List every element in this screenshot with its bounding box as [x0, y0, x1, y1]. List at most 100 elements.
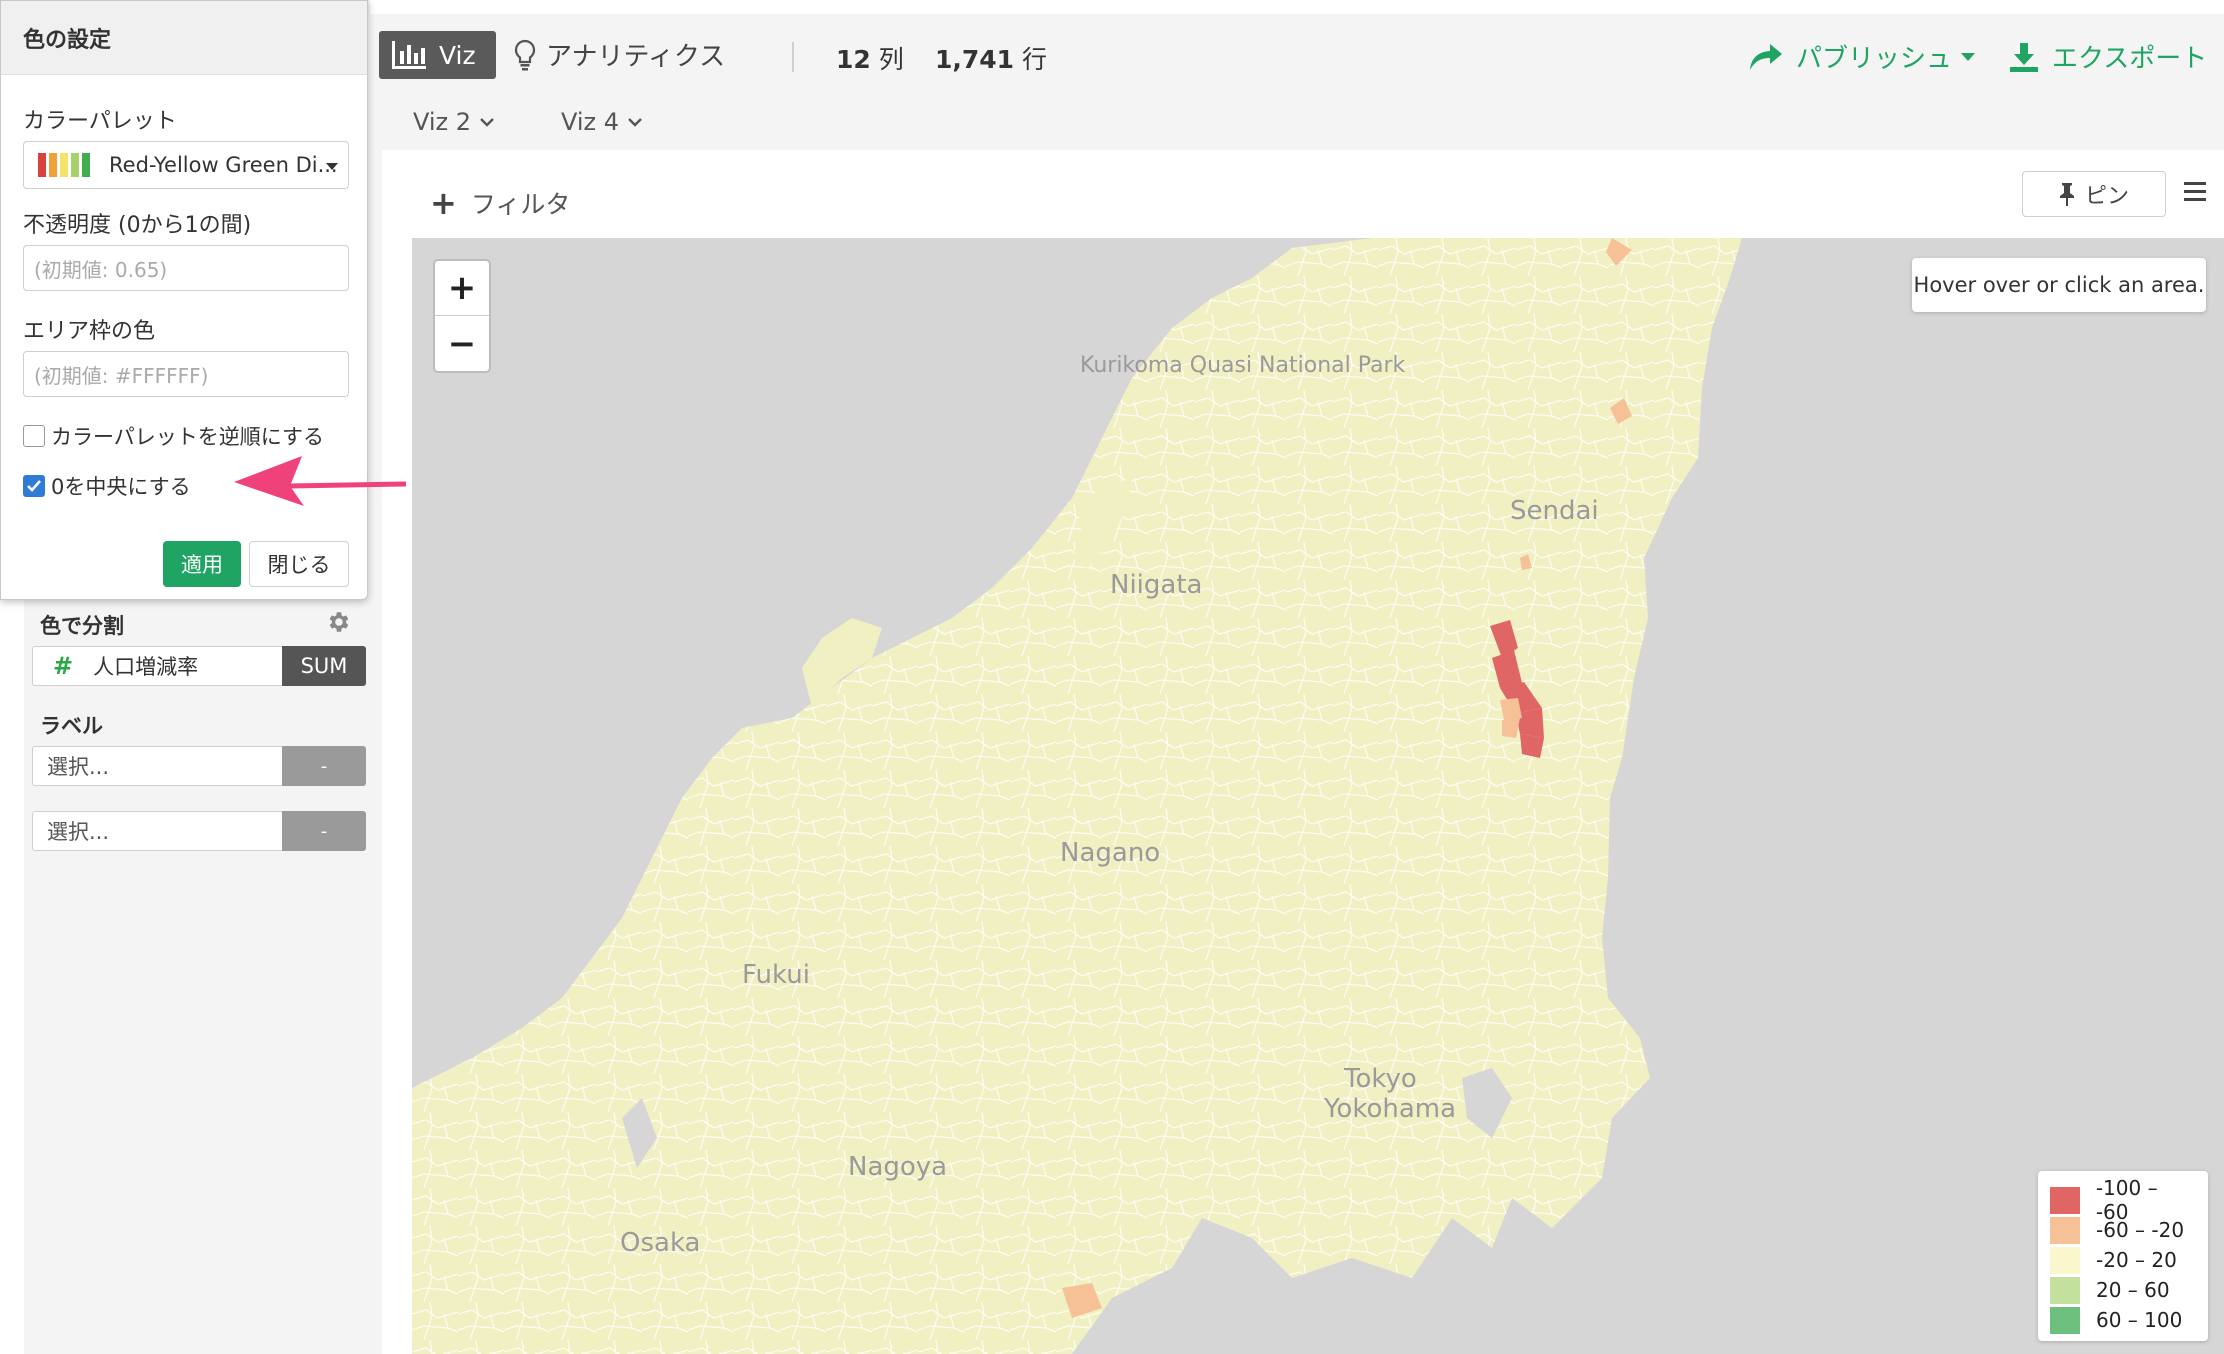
- tab-viz[interactable]: Viz: [379, 31, 496, 79]
- bar-chart-icon: [392, 41, 426, 69]
- export-button[interactable]: エクスポート: [2008, 38, 2207, 75]
- toolbar-divider: [792, 42, 794, 72]
- checkbox-checked[interactable]: [23, 475, 45, 497]
- legend-item: 60 – 100: [2050, 1305, 2196, 1335]
- label-select-2-tag[interactable]: -: [282, 811, 366, 851]
- close-button[interactable]: 閉じる: [249, 541, 349, 587]
- label-select-1-tag[interactable]: -: [282, 746, 366, 786]
- border-color-input[interactable]: (初期値: #FFFFFF): [23, 351, 349, 397]
- reverse-palette-label: カラーパレットを逆順にする: [51, 425, 324, 449]
- column-count-unit: 列: [878, 45, 904, 74]
- zoom-in-button[interactable]: +: [435, 261, 489, 316]
- map-label-tokyo: Tokyo: [1344, 1064, 1417, 1094]
- label-section-title: ラベル: [40, 714, 103, 738]
- label-select-2[interactable]: 選択... -: [32, 811, 366, 851]
- border-color-label: エリア枠の色: [23, 319, 156, 344]
- legend-label: -60 – -20: [2096, 1218, 2185, 1242]
- tab-analytics[interactable]: アナリティクス: [514, 36, 725, 73]
- color-split-title: 色で分割: [40, 614, 124, 638]
- zoom-control: + −: [433, 259, 491, 373]
- popup-title: 色の設定: [1, 1, 367, 75]
- top-bar: [370, 0, 2224, 150]
- map-label-nagano: Nagano: [1060, 838, 1161, 868]
- legend-item: -60 – -20: [2050, 1215, 2196, 1245]
- gear-icon[interactable]: [325, 609, 351, 635]
- lightbulb-icon: [514, 39, 536, 70]
- plus-icon: +: [430, 184, 457, 222]
- label-select-1[interactable]: 選択... -: [32, 746, 366, 786]
- caret-down-icon: [326, 163, 338, 170]
- label-select-2-text: 選択...: [32, 811, 282, 851]
- palette-label: カラーパレット: [23, 109, 177, 134]
- legend-item: -100 – -60: [2050, 1176, 2196, 1224]
- filter-label: フィルタ: [470, 190, 571, 219]
- chevron-down-icon: [628, 118, 642, 127]
- legend-swatch: [2050, 1276, 2080, 1304]
- tab-viz-4-label: Viz 4: [561, 108, 620, 136]
- number-type-icon: #: [53, 652, 74, 680]
- legend-swatch: [2050, 1246, 2080, 1274]
- map-label-kurikoma: Kurikoma Quasi National Park: [1080, 353, 1406, 378]
- row-count: 1,741 行: [935, 40, 1047, 76]
- checkbox-unchecked[interactable]: [23, 425, 45, 447]
- map-label-sendai: Sendai: [1510, 496, 1599, 526]
- download-icon: [2010, 42, 2038, 72]
- map-land: [412, 238, 1742, 1354]
- legend-swatch: [2050, 1306, 2080, 1334]
- publish-label: パブリッシュ: [1796, 44, 1953, 74]
- legend-label: 60 – 100: [2096, 1308, 2183, 1332]
- opacity-input[interactable]: (初期値: 0.65): [23, 245, 349, 291]
- publish-button[interactable]: パブリッシュ: [1748, 38, 1988, 75]
- column-count-value: 12: [836, 45, 871, 74]
- reverse-palette-checkbox[interactable]: カラーパレットを逆順にする: [23, 421, 324, 451]
- label-select-1-text: 選択...: [32, 746, 282, 786]
- export-label: エクスポート: [2052, 44, 2208, 74]
- tab-viz-2[interactable]: Viz 2: [413, 108, 495, 136]
- caret-down-icon: [1961, 52, 1976, 61]
- chevron-down-icon: [480, 118, 494, 127]
- pin-button[interactable]: ピン: [2022, 171, 2166, 217]
- legend-item: 20 – 60: [2050, 1275, 2196, 1305]
- legend-label: -100 – -60: [2095, 1176, 2158, 1224]
- legend-label: -20 – 20: [2096, 1248, 2177, 1272]
- tab-analytics-label: アナリティクス: [546, 42, 726, 72]
- opacity-label: 不透明度 (0から1の間): [23, 213, 252, 238]
- color-settings-popup: 色の設定 カラーパレット Red-Yellow Green Di... 不透明度…: [0, 0, 368, 600]
- color-split-field[interactable]: # 人口増減率 SUM: [32, 646, 366, 686]
- legend-swatch: [2050, 1216, 2080, 1244]
- top-strip: [370, 0, 2224, 14]
- zoom-out-button[interactable]: −: [435, 316, 489, 371]
- pin-icon: [2059, 183, 2074, 206]
- column-count: 12 列: [836, 40, 904, 76]
- map-legend: -100 – -60 -60 – -20 -20 – 20 20 – 60 60…: [2038, 1171, 2208, 1341]
- map-label-niigata: Niigata: [1110, 570, 1203, 600]
- legend-item: -20 – 20: [2050, 1245, 2196, 1275]
- row-count-value: 1,741: [935, 45, 1015, 74]
- map-label-osaka: Osaka: [620, 1228, 701, 1258]
- color-split-field-label: 人口増減率: [93, 655, 199, 679]
- pin-label: ピン: [2084, 184, 2129, 209]
- palette-swatch: [38, 153, 93, 177]
- map-label-nagoya: Nagoya: [848, 1152, 948, 1182]
- tab-viz-2-label: Viz 2: [413, 108, 472, 136]
- map-info-box: Hover over or click an area.: [1912, 258, 2206, 312]
- add-filter-button[interactable]: + フィルタ: [430, 184, 570, 222]
- map-label-yokohama: Yokohama: [1324, 1094, 1457, 1124]
- center-zero-checkbox[interactable]: 0を中央にする: [23, 471, 191, 501]
- tab-viz-label: Viz: [439, 40, 476, 70]
- aggregation-button[interactable]: SUM: [282, 646, 366, 686]
- row-count-unit: 行: [1022, 45, 1048, 74]
- center-zero-label: 0を中央にする: [51, 475, 191, 499]
- choropleth-map[interactable]: Kurikoma Quasi National Park Sendai Niig…: [412, 238, 2224, 1354]
- hamburger-menu-icon[interactable]: [2184, 182, 2206, 202]
- map-label-fukui: Fukui: [742, 960, 810, 990]
- legend-label: 20 – 60: [2096, 1278, 2170, 1302]
- palette-value: Red-Yellow Green Di...: [109, 153, 338, 177]
- check-icon: [27, 480, 41, 492]
- tab-viz-4[interactable]: Viz 4: [561, 108, 643, 136]
- legend-swatch: [2050, 1186, 2080, 1214]
- color-split-field-name: # 人口増減率: [32, 646, 282, 686]
- palette-select[interactable]: Red-Yellow Green Di...: [23, 141, 349, 189]
- annotation-arrow-icon: [234, 456, 407, 506]
- apply-button[interactable]: 適用: [163, 541, 241, 587]
